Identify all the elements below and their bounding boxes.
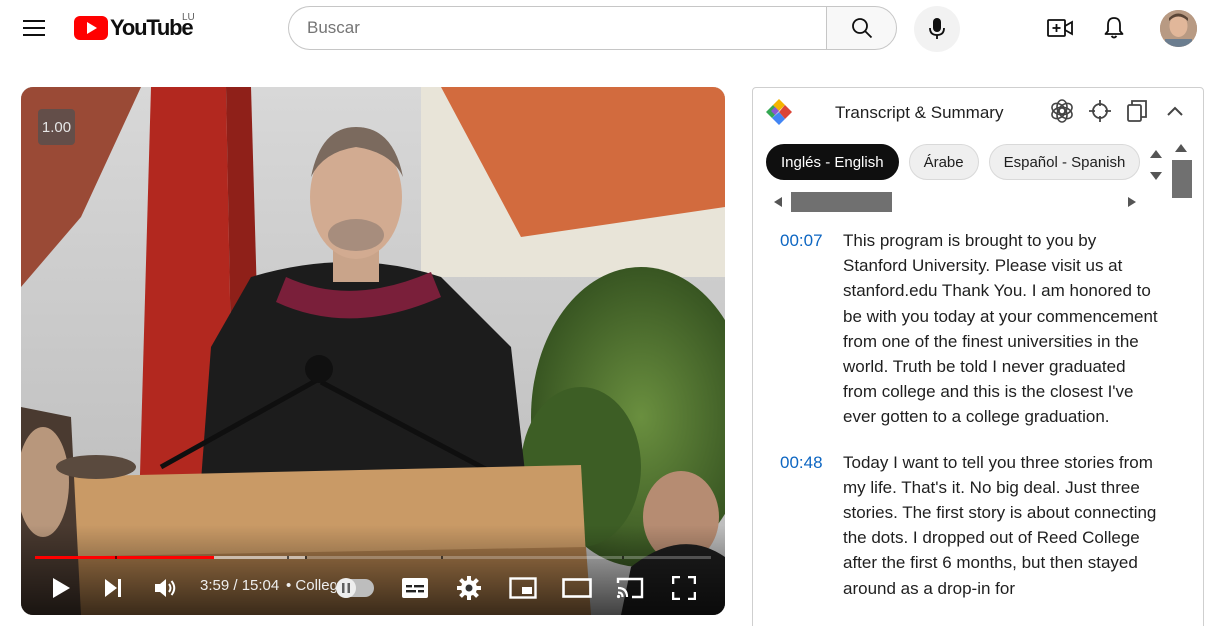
masthead: YouTube LU (0, 0, 1217, 56)
create-button[interactable] (1040, 8, 1080, 48)
chapter-title[interactable]: • College (286, 577, 336, 594)
chatgpt-button[interactable] (1049, 98, 1075, 124)
language-chips: Inglés - English Árabe Español - Spanish (766, 144, 1141, 180)
playback-speed-badge[interactable]: 1.00 (38, 109, 75, 145)
video-player[interactable]: 1.00 3:59 / 15:04 • College (21, 87, 725, 615)
chapter-marker (115, 556, 117, 559)
copy-button[interactable] (1124, 98, 1150, 124)
sync-position-button[interactable] (1087, 98, 1113, 124)
youtube-watch-page: YouTube LU Buscar 1.00 3:59 / 15:04 • Co… (0, 0, 1217, 626)
autoplay-toggle[interactable] (336, 578, 374, 598)
mic-icon (929, 18, 945, 39)
chevron-up-icon (1167, 106, 1183, 116)
bell-icon (1104, 17, 1124, 39)
transcript-text: This program is brought to you by Stanfo… (843, 231, 1158, 427)
volume-button[interactable] (153, 571, 179, 605)
chapter-marker (441, 556, 443, 559)
progress-bar[interactable] (35, 556, 711, 559)
panel-title: Transcript & Summary (835, 103, 1004, 122)
youtube-logo[interactable]: YouTube LU (74, 12, 195, 42)
chapter-marker (622, 556, 624, 559)
collapse-button[interactable] (1162, 98, 1188, 124)
theater-icon (562, 578, 592, 598)
country-code: LU (182, 12, 195, 23)
vertical-scroll-up-icon[interactable] (1174, 142, 1188, 154)
language-chip-spanish[interactable]: Español - Spanish (988, 144, 1141, 180)
gear-icon (457, 576, 481, 600)
chapter-marker (287, 556, 289, 559)
miniplayer-button[interactable] (508, 571, 538, 605)
transcript-entry: 00:07 This program is brought to you by … (753, 228, 1203, 430)
transcript-text: Today I want to tell you three stories f… (843, 452, 1157, 598)
logo-text: YouTube (110, 15, 194, 40)
next-icon (105, 579, 121, 597)
transcript-list: 00:07 This program is brought to you by … (753, 228, 1203, 621)
language-chip-arabic[interactable]: Árabe (908, 144, 979, 180)
vertical-scrollbar-thumb[interactable] (1172, 160, 1192, 198)
menu-icon[interactable] (14, 8, 54, 48)
fullscreen-icon (672, 576, 696, 600)
chapter-marker (305, 556, 307, 559)
next-button[interactable] (100, 571, 126, 605)
horizontal-scroll-right-icon[interactable] (1127, 196, 1137, 208)
play-button[interactable] (47, 571, 75, 605)
transcript-timestamp[interactable]: 00:07 (753, 228, 843, 430)
notifications-button[interactable] (1094, 8, 1134, 48)
subtitles-button[interactable] (400, 571, 430, 605)
crosshair-icon (1089, 100, 1111, 122)
voice-search-button[interactable] (914, 6, 960, 52)
time-display: 3:59 / 15:04 (200, 577, 280, 594)
progress-played (35, 556, 214, 559)
settings-button[interactable] (455, 571, 483, 605)
panel-header: Transcript & Summary (753, 88, 1203, 134)
avatar[interactable] (1160, 10, 1197, 47)
chip-scroll-up-icon[interactable] (1149, 148, 1163, 160)
autoplay-pause-icon (336, 578, 356, 598)
transcript-entry: 00:48 Today I want to tell you three sto… (753, 450, 1203, 601)
volume-icon (155, 579, 176, 597)
copy-icon (1127, 100, 1147, 122)
search-icon (851, 18, 872, 39)
fullscreen-button[interactable] (671, 571, 697, 605)
chip-scroll-down-icon[interactable] (1149, 170, 1163, 182)
create-icon (1047, 19, 1073, 37)
youtube-play-logo-icon (74, 16, 108, 40)
horizontal-scrollbar-thumb[interactable] (791, 192, 892, 212)
search-input[interactable] (288, 6, 826, 50)
miniplayer-icon (509, 577, 537, 599)
cast-button[interactable] (615, 571, 645, 605)
subtitles-icon (402, 578, 428, 598)
openai-icon (1051, 99, 1073, 123)
language-chip-english[interactable]: Inglés - English (766, 144, 899, 180)
cast-icon (616, 577, 644, 599)
play-icon (53, 578, 70, 598)
extension-logo-icon (766, 99, 792, 125)
transcript-timestamp[interactable]: 00:48 (753, 450, 843, 601)
transcript-summary-panel: Transcript & Summary Inglés - English Ár… (752, 87, 1204, 626)
search-bar (288, 6, 898, 50)
theater-mode-button[interactable] (561, 571, 593, 605)
horizontal-scroll-left-icon[interactable] (773, 196, 783, 208)
search-button[interactable] (826, 6, 897, 50)
